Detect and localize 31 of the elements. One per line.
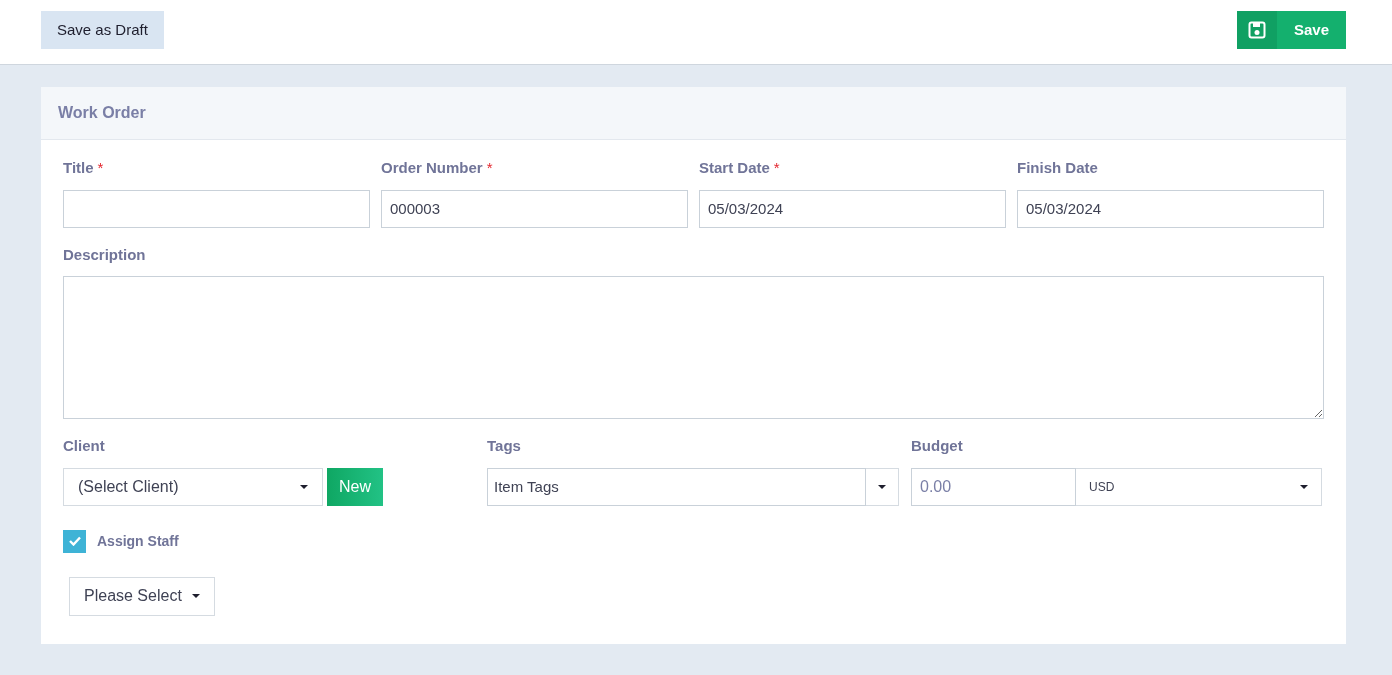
tags-dropdown-button[interactable] <box>866 467 899 506</box>
field-label: Order Number <box>381 158 483 178</box>
text-field[interactable]: 05/03/2024 <box>1017 189 1324 228</box>
checkbox[interactable] <box>63 529 86 553</box>
budget-field[interactable]: 0.00 <box>911 467 1076 506</box>
tags-field[interactable]: Item Tags <box>487 467 866 506</box>
check-icon <box>68 536 81 546</box>
caret-icon <box>1300 484 1308 489</box>
text-field[interactable]: 05/03/2024 <box>699 189 1006 228</box>
caret-icon <box>878 484 886 489</box>
required-mark: * <box>97 158 104 178</box>
caret-icon <box>191 594 200 598</box>
field-label: Budget <box>911 436 963 456</box>
field-label: Finish Date <box>1017 158 1098 178</box>
text-field[interactable]: 000003 <box>381 189 688 228</box>
field-label: Client <box>63 436 105 456</box>
staff-select[interactable]: Please Select <box>69 576 215 616</box>
card-title: Work Order <box>58 103 146 123</box>
currency-select[interactable]: USD <box>1076 467 1322 506</box>
field-label: Start Date <box>699 158 770 178</box>
text-field[interactable] <box>63 189 370 228</box>
caret-icon <box>300 484 308 489</box>
field-label: Description <box>63 244 146 265</box>
required-mark: * <box>773 158 780 178</box>
checkbox-label: Assign Staff <box>97 531 179 551</box>
save-as-draft-button[interactable]: Save as Draft <box>41 11 164 49</box>
field-label: Title <box>63 158 94 178</box>
description-field[interactable] <box>63 276 1324 419</box>
required-mark: * <box>486 158 493 178</box>
field-label: Tags <box>487 436 521 456</box>
client-select[interactable]: (Select Client) <box>63 467 323 506</box>
